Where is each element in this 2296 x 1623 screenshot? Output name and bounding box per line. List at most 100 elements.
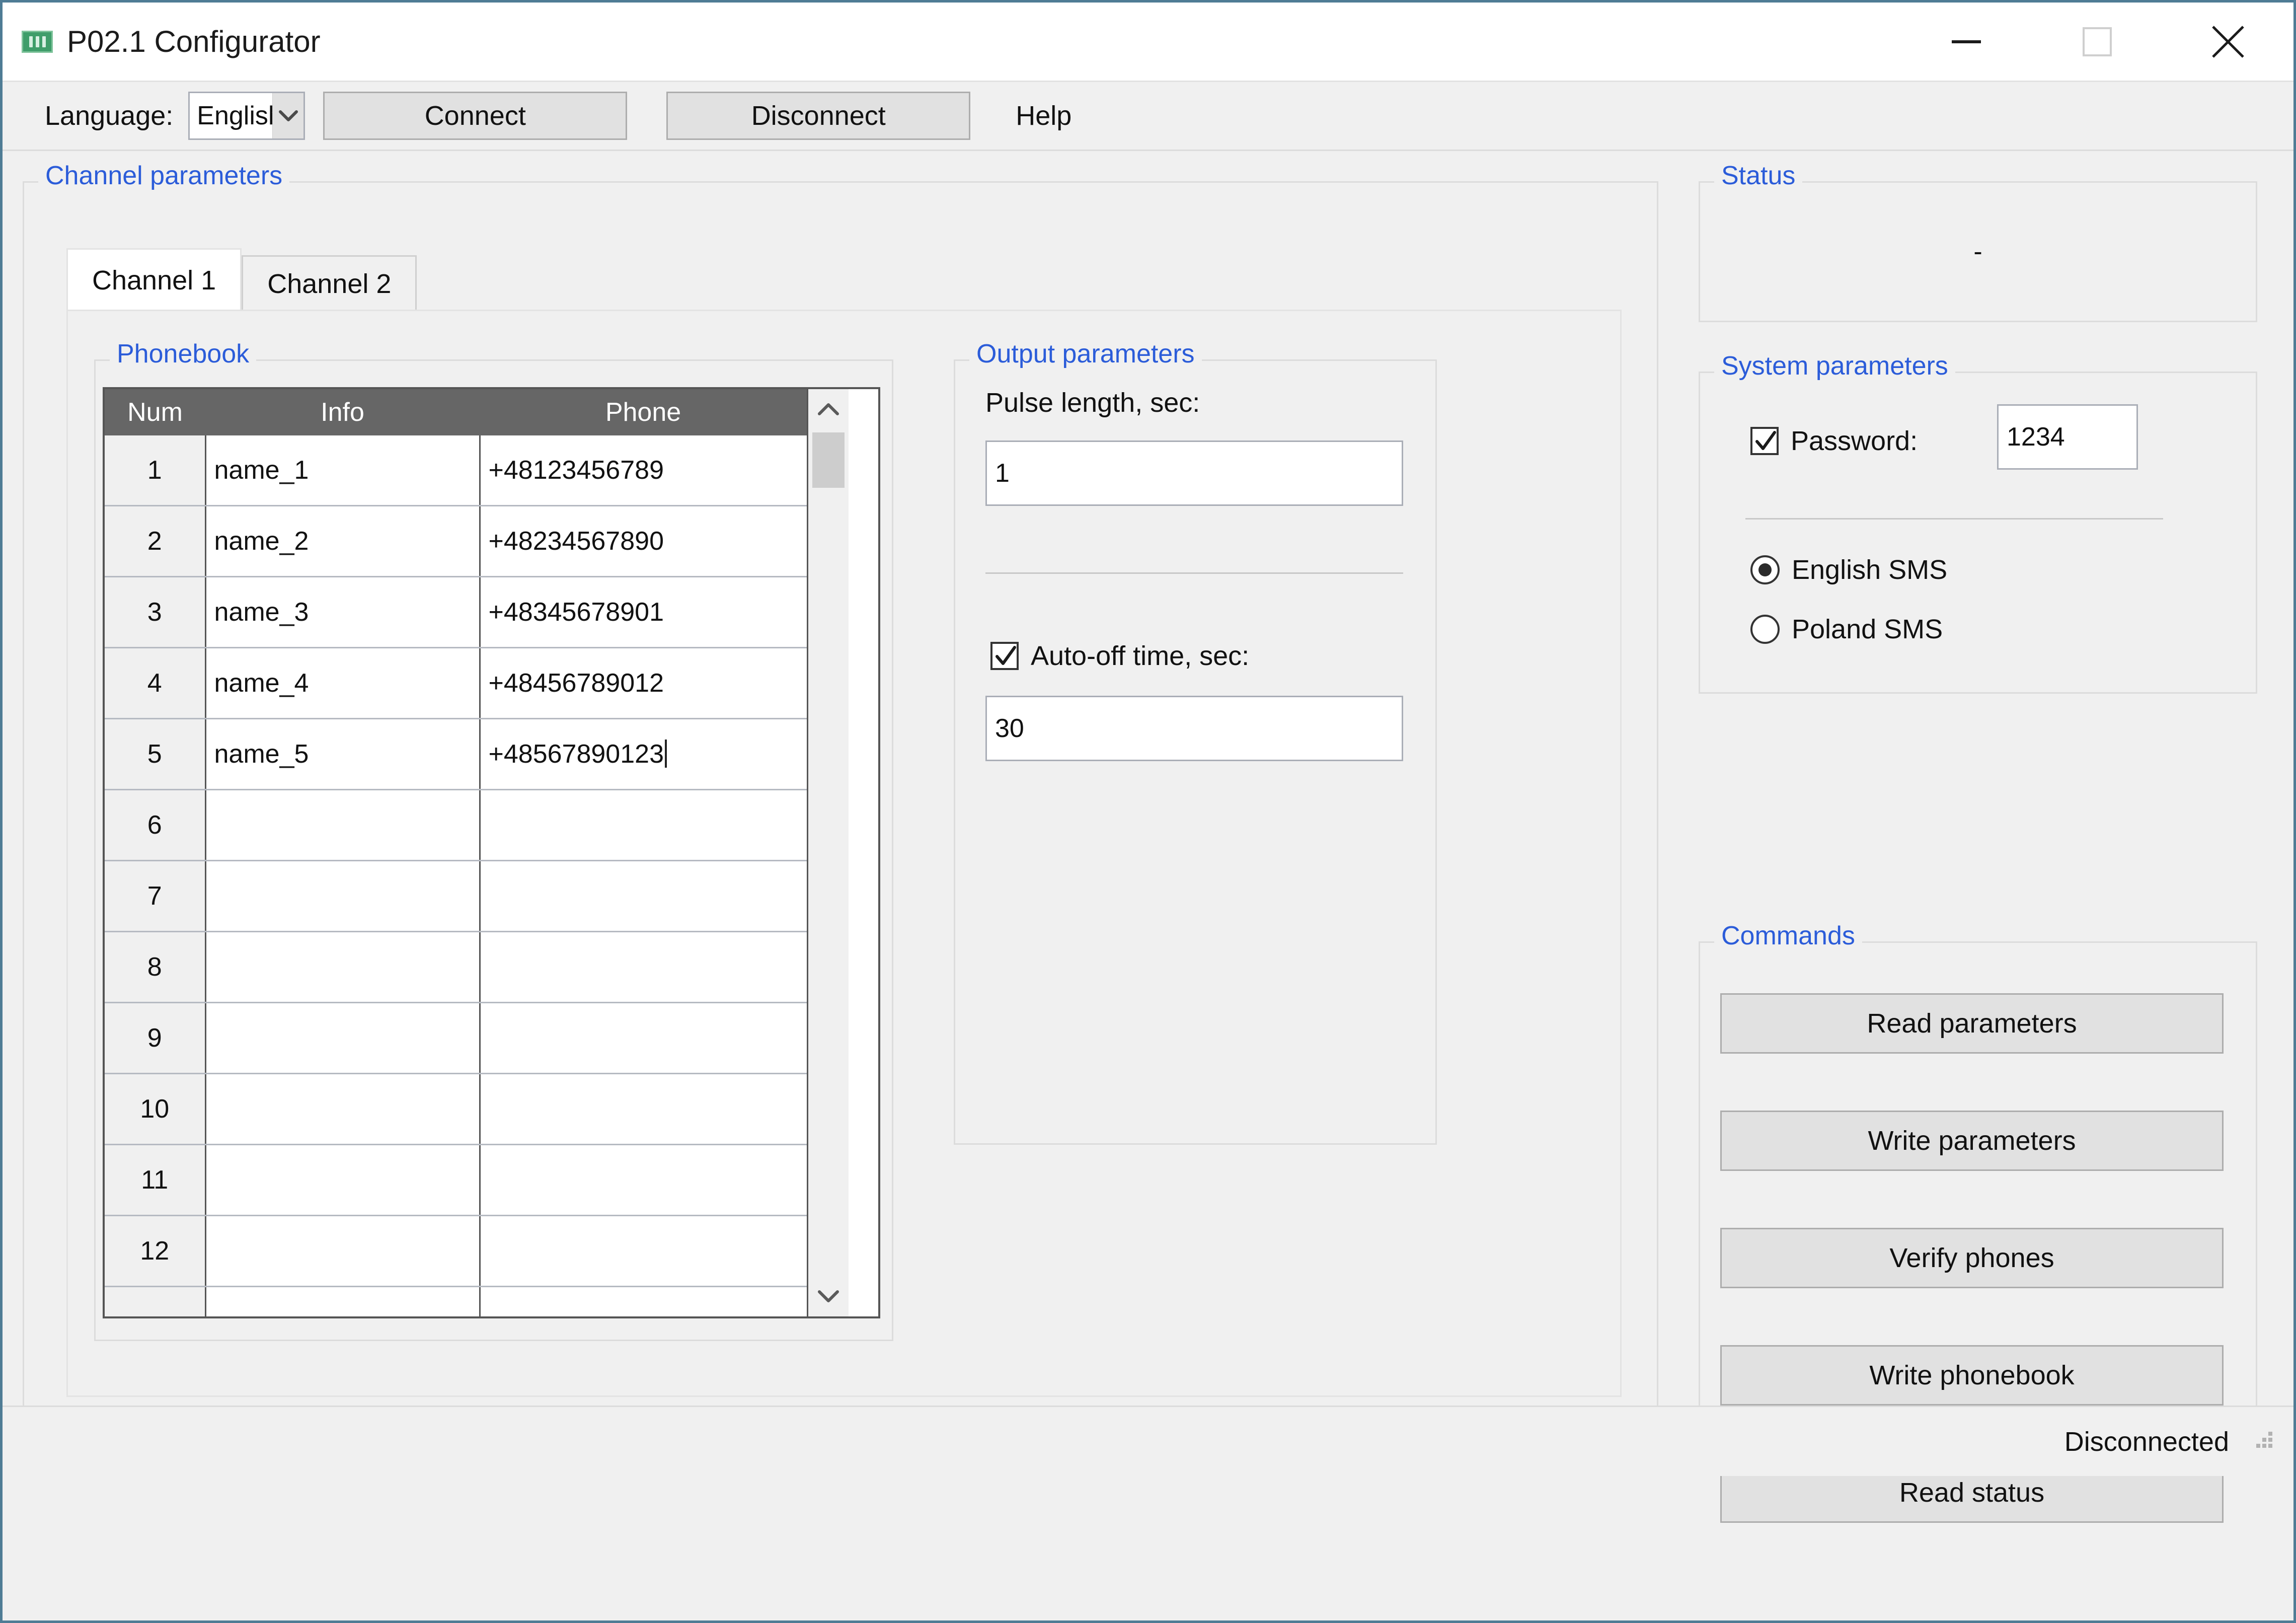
cell-num: 12 bbox=[105, 1215, 206, 1287]
cell-num: 2 bbox=[105, 505, 206, 577]
column-header-phone: Phone bbox=[480, 389, 807, 435]
cell-info[interactable] bbox=[205, 1215, 481, 1287]
language-select[interactable]: English bbox=[188, 92, 305, 140]
table-row[interactable]: 1 name_1 +48123456789 bbox=[105, 435, 807, 506]
table-row[interactable]: 12 bbox=[105, 1215, 807, 1287]
table-header-row: Num Info Phone bbox=[105, 389, 807, 435]
cell-phone[interactable]: +48567890123 bbox=[480, 718, 807, 790]
phonebook-table-container: Num Info Phone 1 name_1 +48123456789 2 name_… bbox=[103, 387, 880, 1318]
cell-info[interactable]: name_5 bbox=[205, 718, 481, 790]
table-row[interactable]: 11 bbox=[105, 1144, 807, 1216]
connect-button[interactable]: Connect bbox=[323, 92, 628, 140]
cell-info[interactable]: name_4 bbox=[205, 647, 481, 719]
cell-phone[interactable] bbox=[480, 1002, 807, 1074]
phonebook-group: Phonebook Num Info Phone 1 name_1 +4812345… bbox=[94, 339, 893, 1341]
channel-tabs: Channel 1 Channel 2 bbox=[66, 248, 417, 311]
title-bar: P02.1 Configurator bbox=[3, 3, 2293, 81]
table-row[interactable]: 6 bbox=[105, 789, 807, 861]
channel-parameters-group: Channel parameters Channel 1 Channel 2 P… bbox=[23, 161, 1658, 1435]
table-row[interactable]: 9 bbox=[105, 1002, 807, 1074]
auto-off-checkbox[interactable] bbox=[990, 642, 1019, 670]
radio-poland-sms-row[interactable]: Poland SMS bbox=[1750, 614, 1943, 645]
cell-phone[interactable]: +48456789012 bbox=[480, 647, 807, 719]
cell-info[interactable] bbox=[205, 931, 481, 1003]
cell-phone[interactable] bbox=[480, 789, 807, 861]
status-bar: Disconnected bbox=[3, 1406, 2293, 1476]
cell-num bbox=[105, 1286, 206, 1316]
command-button-read-parameters[interactable]: Read parameters bbox=[1720, 993, 2224, 1054]
cell-num: 1 bbox=[105, 435, 206, 506]
scroll-down-icon[interactable] bbox=[808, 1276, 849, 1316]
table-row[interactable]: 5 name_5 +48567890123 bbox=[105, 718, 807, 790]
cell-info[interactable]: name_1 bbox=[205, 435, 481, 506]
system-divider bbox=[1745, 518, 2163, 520]
cell-phone[interactable] bbox=[480, 931, 807, 1003]
cell-phone[interactable] bbox=[480, 1215, 807, 1287]
cell-info[interactable] bbox=[205, 860, 481, 932]
command-button-verify-phones[interactable]: Verify phones bbox=[1720, 1228, 2224, 1288]
output-parameters-legend: Output parameters bbox=[969, 339, 1202, 369]
radio-english-sms-row[interactable]: English SMS bbox=[1750, 554, 1947, 585]
phonebook-body: 1 name_1 +48123456789 2 name_2 +48234567890 3 n… bbox=[105, 435, 807, 1316]
cell-info[interactable] bbox=[205, 1073, 481, 1145]
cell-info[interactable] bbox=[205, 789, 481, 861]
cell-num: 6 bbox=[105, 789, 206, 861]
table-row[interactable]: 10 bbox=[105, 1073, 807, 1145]
help-link[interactable]: Help bbox=[1016, 100, 1072, 131]
main-content: Channel parameters Channel 1 Channel 2 P… bbox=[3, 151, 2293, 1523]
table-row[interactable] bbox=[105, 1286, 807, 1316]
cell-info[interactable] bbox=[205, 1286, 481, 1316]
resize-grip-icon[interactable] bbox=[2251, 1431, 2273, 1453]
cell-info[interactable] bbox=[205, 1002, 481, 1074]
toolbar: Language: English Connect Disconnect Hel… bbox=[3, 81, 2293, 151]
phonebook-scrollbar[interactable] bbox=[807, 389, 849, 1316]
table-row[interactable]: 8 bbox=[105, 931, 807, 1003]
pulse-length-input[interactable]: 1 bbox=[985, 440, 1403, 506]
cell-phone[interactable] bbox=[480, 1144, 807, 1216]
language-select-value: English bbox=[197, 101, 272, 130]
password-input[interactable]: 1234 bbox=[1997, 404, 2138, 470]
app-icon bbox=[22, 30, 53, 53]
auto-off-checkbox-row[interactable]: Auto-off time, sec: bbox=[990, 640, 1249, 672]
table-row[interactable]: 4 name_4 +48456789012 bbox=[105, 647, 807, 719]
maximize-button[interactable] bbox=[2032, 3, 2163, 81]
cell-num: 10 bbox=[105, 1073, 206, 1145]
password-checkbox-row[interactable]: Password: bbox=[1750, 425, 1918, 457]
command-button-write-phonebook[interactable]: Write phonebook bbox=[1720, 1345, 2224, 1406]
radio-poland-sms-label: Poland SMS bbox=[1792, 614, 1943, 644]
password-checkbox[interactable] bbox=[1750, 427, 1779, 455]
cell-info[interactable]: name_3 bbox=[205, 576, 481, 648]
column-header-num: Num bbox=[105, 389, 205, 435]
minimize-button[interactable] bbox=[1901, 3, 2032, 81]
status-value: - bbox=[1973, 237, 1982, 266]
cell-phone[interactable]: +48345678901 bbox=[480, 576, 807, 648]
command-button-write-parameters[interactable]: Write parameters bbox=[1720, 1111, 2224, 1171]
cell-phone[interactable]: +48234567890 bbox=[480, 505, 807, 577]
system-parameters-group: System parameters Password: 1234 English… bbox=[1699, 351, 2257, 694]
window-title: P02.1 Configurator bbox=[67, 25, 321, 58]
scrollbar-thumb[interactable] bbox=[812, 432, 845, 488]
table-row[interactable]: 2 name_2 +48234567890 bbox=[105, 505, 807, 577]
cell-num: 5 bbox=[105, 718, 206, 790]
tab-channel-1[interactable]: Channel 1 bbox=[66, 248, 242, 311]
radio-poland-sms[interactable] bbox=[1750, 615, 1780, 644]
disconnect-button[interactable]: Disconnect bbox=[666, 92, 971, 140]
cell-info[interactable] bbox=[205, 1144, 481, 1216]
cell-phone[interactable] bbox=[480, 1286, 807, 1316]
auto-off-input[interactable]: 30 bbox=[985, 696, 1403, 761]
cell-phone[interactable] bbox=[480, 860, 807, 932]
cell-num: 3 bbox=[105, 576, 206, 648]
close-button[interactable] bbox=[2163, 3, 2293, 81]
cell-phone[interactable]: +48123456789 bbox=[480, 435, 807, 506]
cell-phone[interactable] bbox=[480, 1073, 807, 1145]
table-row[interactable]: 3 name_3 +48345678901 bbox=[105, 576, 807, 648]
tab-channel-2[interactable]: Channel 2 bbox=[242, 255, 417, 311]
pulse-length-label: Pulse length, sec: bbox=[985, 388, 1200, 418]
table-row[interactable]: 7 bbox=[105, 860, 807, 932]
commands-legend: Commands bbox=[1714, 921, 1862, 951]
scroll-up-icon[interactable] bbox=[808, 389, 849, 429]
cell-info[interactable]: name_2 bbox=[205, 505, 481, 577]
phonebook-legend: Phonebook bbox=[110, 339, 257, 369]
radio-english-sms[interactable] bbox=[1750, 555, 1780, 584]
channel-parameters-legend: Channel parameters bbox=[38, 161, 290, 191]
